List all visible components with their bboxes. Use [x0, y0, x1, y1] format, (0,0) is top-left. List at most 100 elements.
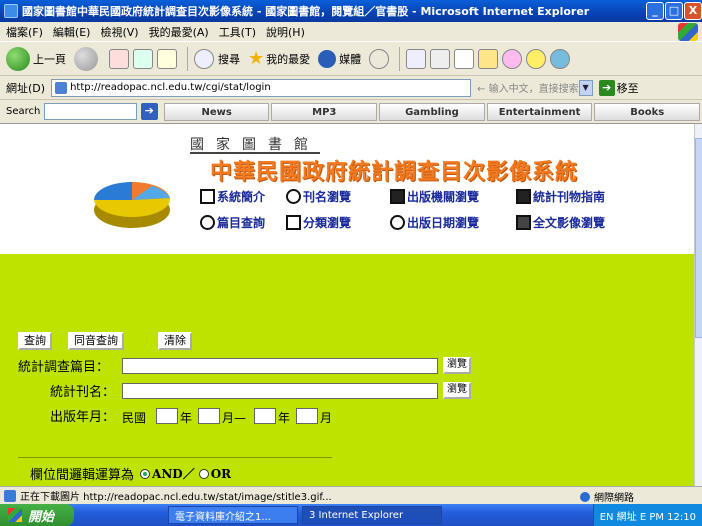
article-browse-button[interactable]: 瀏覽: [443, 357, 471, 374]
menu-bar: 檔案(F) 編輯(E) 檢視(V) 我的最愛(A) 工具(T) 說明(H): [0, 22, 702, 42]
magnifier-icon: [200, 215, 215, 230]
toolbar-separator: [187, 46, 188, 71]
or-radio[interactable]: [198, 468, 209, 479]
toolbar-separator: [399, 46, 401, 71]
zone-label: 網際網路: [594, 493, 634, 504]
start-label: 開始: [28, 509, 55, 525]
links-search-input[interactable]: [44, 103, 137, 120]
address-dropdown-icon[interactable]: ▼: [578, 79, 593, 96]
page-header: 國家圖書館 中華民國政府統計調查目次影像系統 系統簡介 刊名瀏覽 出版機關瀏覽 …: [0, 124, 694, 254]
back-button[interactable]: 上一頁: [6, 46, 66, 71]
toolbar-extra-icon[interactable]: [550, 48, 571, 69]
end-year-suffix: 年: [278, 411, 291, 425]
nav-system-intro[interactable]: 系統簡介: [200, 188, 265, 205]
messenger-icon[interactable]: [502, 48, 523, 69]
and-label: AND／: [152, 467, 195, 481]
print-icon[interactable]: [430, 48, 451, 69]
clock-icon: [390, 215, 405, 230]
nav-label: 出版機關瀏覽: [407, 190, 480, 204]
loading-icon: [4, 489, 16, 502]
journal-label: 統計刊名：: [50, 385, 116, 400]
minimize-button[interactable]: _: [646, 2, 664, 20]
mail-icon[interactable]: [406, 48, 427, 69]
and-radio[interactable]: [140, 468, 151, 479]
home-icon[interactable]: [157, 48, 177, 69]
windows-flag-icon: [8, 508, 22, 522]
links-search-go-icon[interactable]: ➔: [140, 103, 158, 120]
maximize-button[interactable]: □: [665, 2, 683, 20]
nav-label: 統計刊物指南: [533, 190, 606, 204]
media-button[interactable]: 媒體: [318, 49, 361, 68]
folder-icon[interactable]: [478, 48, 499, 69]
menu-file[interactable]: 檔案(F): [6, 24, 43, 40]
refresh-icon[interactable]: [133, 48, 153, 69]
nav-label: 全文影像瀏覽: [533, 216, 606, 230]
menu-help[interactable]: 說明(H): [266, 24, 305, 40]
vertical-scrollbar[interactable]: [694, 124, 702, 486]
nav-publisher-browse[interactable]: 出版機關瀏覽: [390, 188, 479, 205]
menu-view[interactable]: 檢視(V): [100, 24, 138, 40]
start-month-suffix: 月—: [222, 411, 247, 425]
address-input[interactable]: http://readopac.ncl.edu.tw/cgi/stat/logi…: [51, 78, 472, 97]
forward-button[interactable]: [74, 46, 101, 71]
end-year-input[interactable]: [254, 408, 276, 424]
clear-button[interactable]: 清除: [158, 332, 192, 350]
pie-logo-icon: [94, 181, 171, 228]
system-title: 中華民國政府統計調查目次影像系統: [210, 160, 579, 185]
link-tab-entertainment[interactable]: Entertainment: [486, 102, 593, 121]
nav-article-search[interactable]: 篇目查詢: [200, 214, 265, 231]
security-zone: 網際網路: [580, 489, 634, 504]
end-month-input[interactable]: [296, 408, 318, 424]
star-icon: ★: [248, 48, 265, 69]
nav-date-browse[interactable]: 出版日期瀏覽: [390, 214, 479, 231]
go-label: 移至: [616, 81, 639, 95]
menu-tools[interactable]: 工具(T): [219, 24, 256, 40]
address-hint: ← 输入中文，直接搜索: [477, 84, 579, 95]
homophone-query-button[interactable]: 同音查詢: [68, 332, 124, 350]
or-label: OR: [210, 466, 232, 481]
address-url: http://readopac.ncl.edu.tw/cgi/stat/logi…: [70, 82, 271, 93]
nav-title-browse[interactable]: 刊名瀏覽: [286, 188, 351, 205]
start-year-input[interactable]: [156, 408, 178, 424]
nav-publication-guide[interactable]: 統計刊物指南: [516, 188, 605, 205]
go-arrow-icon: ➔: [598, 79, 615, 96]
nav-category-browse[interactable]: 分類瀏覽: [286, 214, 351, 231]
link-tab-news[interactable]: News: [163, 102, 270, 121]
nav-fulltext-browse[interactable]: 全文影像瀏覽: [516, 214, 605, 231]
window-title: 國家圖書館中華民國政府統計調查目次影像系統 - 國家圖書館，閱覽組／官書股 - …: [22, 5, 590, 18]
article-input[interactable]: [122, 358, 438, 374]
library-name: 國家圖書館: [190, 137, 320, 153]
start-month-input[interactable]: [198, 408, 220, 424]
go-button[interactable]: ➔ 移至: [598, 79, 639, 96]
link-tab-mp3[interactable]: MP3: [271, 102, 378, 121]
smiley-icon[interactable]: [526, 48, 547, 69]
menu-favorites[interactable]: 我的最愛(A): [149, 24, 209, 40]
edit-icon[interactable]: [454, 48, 475, 69]
search-button[interactable]: 搜尋: [194, 48, 240, 69]
taskbar-item-ie[interactable]: 3 Internet Explorer: [302, 506, 442, 524]
page-content: 國家圖書館 中華民國政府統計調查目次影像系統 系統簡介 刊名瀏覽 出版機關瀏覽 …: [0, 124, 694, 486]
menu-edit[interactable]: 編輯(E): [53, 24, 91, 40]
browser-toolbar: 上一頁 搜尋 ★ 我的最愛 媒體: [0, 42, 702, 76]
link-tab-books[interactable]: Books: [594, 102, 701, 121]
start-year-suffix: 年: [180, 411, 193, 425]
journal-input[interactable]: [122, 383, 438, 399]
journal-browse-button[interactable]: 瀏覽: [443, 382, 471, 399]
nav-label: 出版日期瀏覽: [407, 216, 480, 230]
history-icon[interactable]: [369, 48, 390, 69]
close-button[interactable]: X: [684, 2, 702, 20]
scroll-thumb[interactable]: [695, 138, 702, 338]
status-text: 正在下載圖片 http://readopac.ncl.edu.tw/stat/i…: [20, 492, 332, 503]
start-button[interactable]: 開始: [0, 504, 74, 526]
form-divider: [18, 457, 332, 458]
favorites-label: 我的最愛: [266, 52, 311, 66]
page-icon: [55, 81, 68, 94]
ie-icon: [4, 4, 18, 18]
link-tab-gambling[interactable]: Gambling: [379, 102, 485, 121]
eye-icon: [286, 189, 301, 204]
taskbar-item-doc[interactable]: 電子資料庫介紹之1...: [168, 506, 298, 524]
stop-icon[interactable]: [109, 48, 129, 69]
links-bar: Search ➔ News MP3 Gambling Entertainment…: [0, 100, 702, 124]
query-button[interactable]: 查詢: [18, 332, 52, 350]
favorites-button[interactable]: ★ 我的最愛: [248, 48, 310, 69]
